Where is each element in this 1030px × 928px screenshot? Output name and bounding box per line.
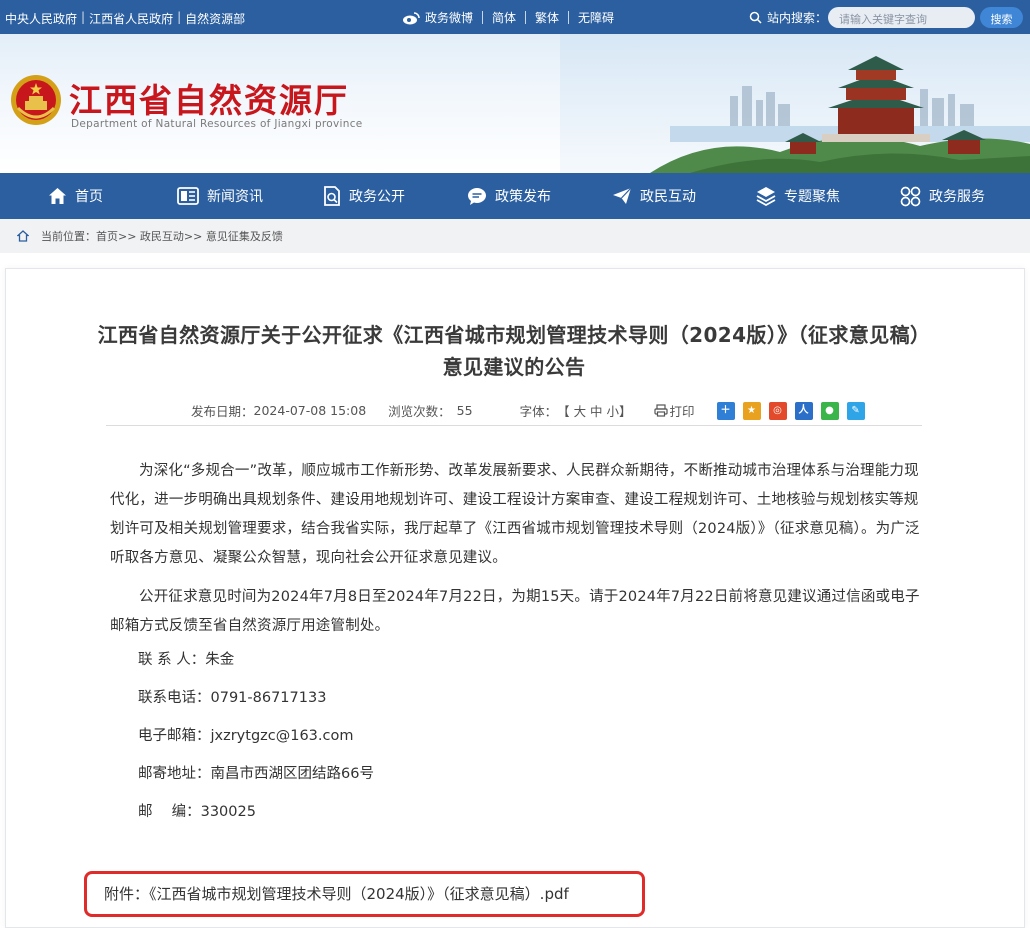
- site-banner: 江西省自然资源厅 Department of Natural Resources…: [0, 34, 1030, 173]
- grid-services-icon: [900, 186, 921, 206]
- layers-icon: [756, 187, 776, 206]
- home-icon: [49, 188, 66, 204]
- attachment-link[interactable]: 附件：《江西省城市规划管理技术导则（2024版）》（征求意见稿）.pdf: [104, 883, 569, 904]
- contact-postcode: 邮 编：330025: [138, 804, 256, 820]
- link-natural-resources-ministry[interactable]: 自然资源部: [185, 10, 245, 27]
- document-icon: [324, 186, 340, 206]
- paper-plane-icon: [613, 187, 632, 204]
- site-subtitle: Department of Natural Resources of Jiang…: [71, 118, 363, 130]
- article-meta: 发布日期： 2024-07-08 15:08 浏览次数： 55 字体： 【 大 …: [191, 401, 873, 420]
- simplified-chinese-link[interactable]: 简体: [492, 9, 516, 26]
- nav-item-label: 专题聚焦: [784, 189, 840, 205]
- divider: [106, 425, 922, 426]
- divider: [525, 11, 527, 24]
- search-icon: [749, 11, 762, 24]
- share-qzone-icon[interactable]: ★: [742, 401, 761, 420]
- weibo-label: 政务微博: [425, 11, 474, 25]
- contact-person: 联 系 人：朱金: [138, 652, 235, 668]
- nav-item-label: 新闻资讯: [207, 189, 263, 205]
- weibo-icon: [403, 11, 420, 24]
- nav-item-label: 政策发布: [495, 189, 551, 205]
- view-count: 55: [456, 403, 473, 418]
- nav-item-label: 政务公开: [349, 189, 405, 205]
- article-body: 为深化“多规合一”改革，顺应城市工作新形势、改革发展新要求、人民群众新期待，不断…: [110, 433, 920, 831]
- divider: [482, 11, 484, 24]
- font-size-label: 字体：: [519, 404, 558, 419]
- news-icon: [177, 187, 199, 205]
- nav-item-services[interactable]: 政务服务: [900, 173, 985, 219]
- nav-item-topics[interactable]: 专题聚焦: [756, 173, 840, 219]
- divider: [568, 11, 570, 24]
- printer-icon: [653, 404, 668, 417]
- traditional-chinese-link[interactable]: 繁体: [535, 9, 559, 26]
- publish-date: 2024-07-08 15:08: [253, 403, 367, 418]
- contact-email: 电子邮箱：jxzrytgzc@163.com: [138, 728, 354, 744]
- breadcrumb-path[interactable]: 首页>> 政民互动>> 意见征集及反馈: [96, 228, 283, 244]
- link-central-gov[interactable]: 中央人民政府: [5, 10, 77, 27]
- search-input[interactable]: 请输入关键字查询: [828, 7, 975, 28]
- divider: |: [177, 10, 182, 24]
- share-weibo-icon[interactable]: ◎: [768, 401, 787, 420]
- breadcrumb-label: 当前位置：: [41, 230, 96, 243]
- search-label: 站内搜索：: [749, 9, 827, 26]
- share-other-icon[interactable]: ✎: [846, 401, 865, 420]
- nav-item-label: 政务服务: [929, 189, 985, 205]
- share-buttons: ＋ ★ ◎ 人 ● ✎: [716, 401, 873, 420]
- views-label: 浏览次数：: [388, 404, 451, 419]
- national-emblem-icon: [11, 75, 61, 125]
- paragraph-2: 公开征求意见时间为2024年7月8日至2024年7月22日，为期15天。请于20…: [110, 589, 920, 634]
- share-plus-icon[interactable]: ＋: [716, 401, 735, 420]
- top-utility-bar: 中央人民政府 | 江西省人民政府 | 自然资源部 政务微博 简体 繁体 无障碍 …: [0, 0, 1030, 34]
- breadcrumb: 当前位置： 首页>> 政民互动>> 意见征集及反馈: [0, 219, 1030, 253]
- pavilion-skyline-illustration: [560, 34, 1030, 173]
- top-right-links: 政务微博 简体 繁体 无障碍: [402, 9, 614, 26]
- site-title[interactable]: 江西省自然资源厅: [69, 74, 349, 122]
- print-label: 打印: [669, 404, 695, 419]
- home-icon: [17, 230, 29, 242]
- main-navigation: 首页 新闻资讯 政务公开 政策发布 政民互动 专题聚焦 政务服务: [0, 173, 1030, 219]
- paragraph-1: 为深化“多规合一”改革，顺应城市工作新形势、改革发展新要求、人民群众新期待，不断…: [110, 463, 920, 566]
- nav-item-interaction[interactable]: 政民互动: [612, 173, 696, 219]
- font-size-selector[interactable]: 【 大 中 小】: [557, 401, 631, 420]
- weibo-link[interactable]: 政务微博: [402, 9, 473, 26]
- divider: |: [81, 10, 86, 24]
- link-jiangxi-gov[interactable]: 江西省人民政府: [89, 10, 173, 27]
- contact-phone: 联系电话：0791-86717133: [138, 690, 327, 706]
- share-wechat-icon[interactable]: ●: [820, 401, 839, 420]
- nav-item-policy[interactable]: 政策发布: [467, 173, 551, 219]
- nav-item-label: 政民互动: [640, 189, 696, 205]
- article-card: 江西省自然资源厅关于公开征求《江西省城市规划管理技术导则（2024版）》（征求意…: [5, 268, 1025, 928]
- contact-address: 邮寄地址：南昌市西湖区团结路66号: [138, 766, 374, 782]
- search-button[interactable]: 搜索: [980, 7, 1023, 28]
- print-button[interactable]: 打印: [653, 401, 695, 420]
- nav-item-gov-affairs[interactable]: 政务公开: [323, 173, 405, 219]
- share-people-icon[interactable]: 人: [794, 401, 813, 420]
- date-label: 发布日期：: [191, 404, 254, 419]
- accessibility-link[interactable]: 无障碍: [578, 9, 614, 26]
- nav-item-news[interactable]: 新闻资讯: [177, 173, 263, 219]
- nav-item-label: 首页: [75, 189, 103, 205]
- article-title: 江西省自然资源厅关于公开征求《江西省城市规划管理技术导则（2024版）》（征求意…: [97, 323, 931, 379]
- gov-links: 中央人民政府 | 江西省人民政府 | 自然资源部: [5, 10, 245, 27]
- nav-item-home[interactable]: 首页: [48, 173, 103, 219]
- chat-bubble-icon: [468, 187, 486, 205]
- search-label-text: 站内搜索：: [767, 11, 828, 25]
